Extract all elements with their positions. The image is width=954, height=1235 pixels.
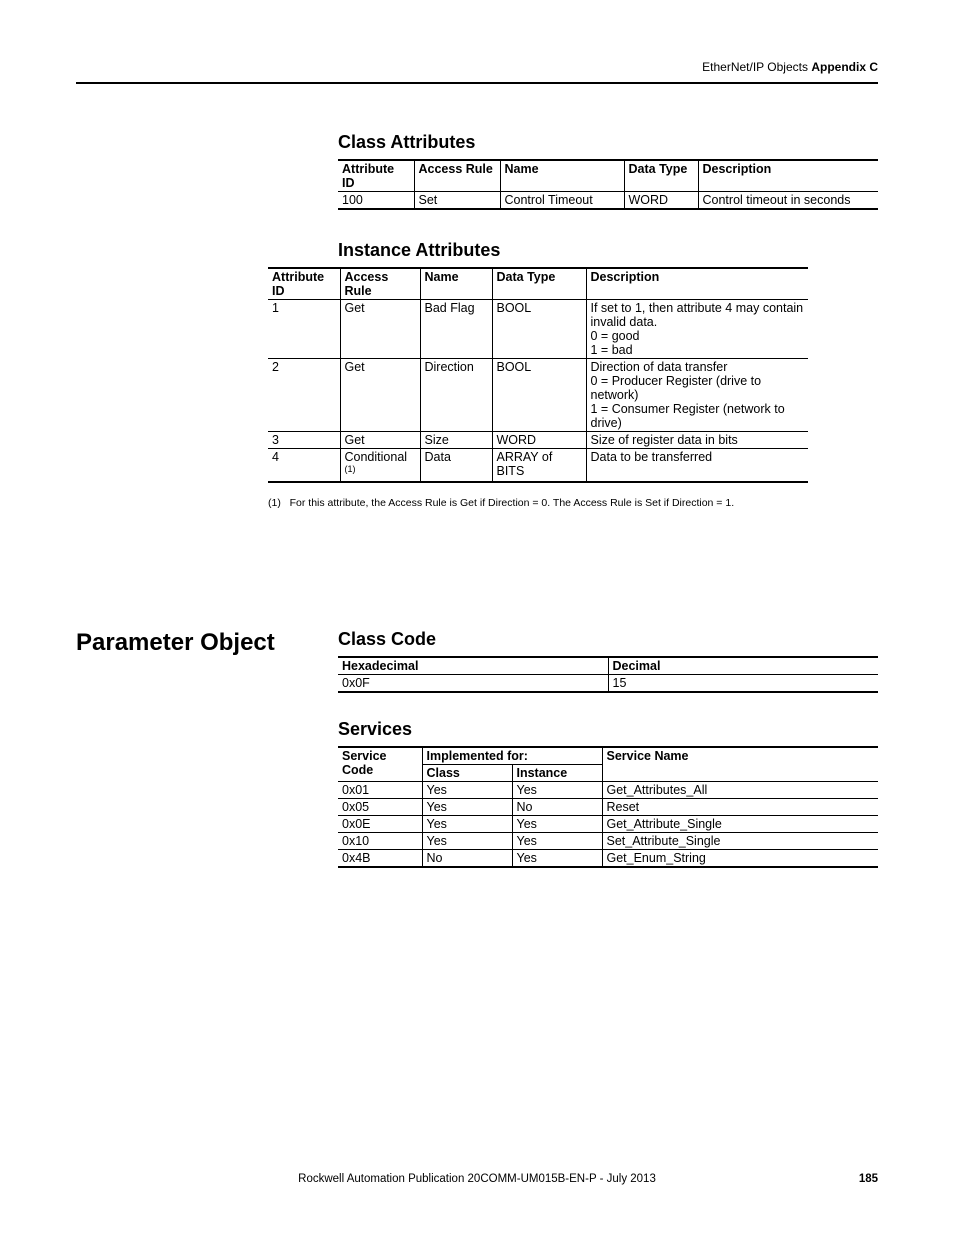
class-code-title: Class Code xyxy=(338,629,878,650)
cell-class: Yes xyxy=(422,833,512,850)
cell-service-code: 0x4B xyxy=(338,850,422,868)
cell-access-rule: Set xyxy=(414,192,500,210)
col-access-rule: Access Rule xyxy=(414,160,500,192)
col-implemented: Implemented for: xyxy=(422,747,602,765)
cell-attr-id: 1 xyxy=(268,300,340,359)
cell-service-code: 0x05 xyxy=(338,799,422,816)
cell-class: Yes xyxy=(422,782,512,799)
cell-data-type: ARRAY of BITS xyxy=(492,449,586,483)
page-footer: Rockwell Automation Publication 20COMM-U… xyxy=(0,1173,954,1185)
cell-name: Control Timeout xyxy=(500,192,624,210)
col-data-type: Data Type xyxy=(492,268,586,300)
cell-class: Yes xyxy=(422,799,512,816)
table-row: 1GetBad FlagBOOLIf set to 1, then attrib… xyxy=(268,300,808,359)
cell-description: If set to 1, then attribute 4 may contai… xyxy=(586,300,808,359)
cell-access-rule: Get xyxy=(340,300,420,359)
footnote-marker: (1) xyxy=(268,497,281,509)
cell-access-rule: Get xyxy=(340,432,420,449)
cell-description: Data to be transferred xyxy=(586,449,808,483)
cell-service-code: 0x10 xyxy=(338,833,422,850)
cell-dec: 15 xyxy=(608,675,878,693)
header-appendix: Appendix C xyxy=(811,60,878,74)
cell-hex: 0x0F xyxy=(338,675,608,693)
cell-service-name: Reset xyxy=(602,799,878,816)
table-row: 4Conditional (1)DataARRAY of BITSData to… xyxy=(268,449,808,483)
cell-attr-id: 100 xyxy=(338,192,414,210)
services-title: Services xyxy=(338,719,878,740)
cell-class: Yes xyxy=(422,816,512,833)
cell-name: Bad Flag xyxy=(420,300,492,359)
class-code-table: Hexadecimal Decimal 0x0F15 xyxy=(338,656,878,693)
footer-page-number: 185 xyxy=(859,1173,878,1185)
cell-service-name: Get_Enum_String xyxy=(602,850,878,868)
cell-data-type: BOOL xyxy=(492,300,586,359)
cell-attr-id: 3 xyxy=(268,432,340,449)
cell-access-rule: Get xyxy=(340,359,420,432)
cell-description: Control timeout in seconds xyxy=(698,192,878,210)
col-hex: Hexadecimal xyxy=(338,657,608,675)
col-description: Description xyxy=(698,160,878,192)
cell-class: No xyxy=(422,850,512,868)
class-attributes-title: Class Attributes xyxy=(338,132,878,153)
services-table: Service Code Implemented for: Service Na… xyxy=(338,746,878,868)
table-row: 100SetControl TimeoutWORDControl timeout… xyxy=(338,192,878,210)
header-section: EtherNet/IP Objects xyxy=(702,60,808,74)
cell-service-code: 0x01 xyxy=(338,782,422,799)
cell-attr-id: 4 xyxy=(268,449,340,483)
cell-instance: Yes xyxy=(512,833,602,850)
table-row: 0x01YesYesGet_Attributes_All xyxy=(338,782,878,799)
cell-instance: Yes xyxy=(512,850,602,868)
cell-name: Size xyxy=(420,432,492,449)
col-dec: Decimal xyxy=(608,657,878,675)
table-row: 0x0F15 xyxy=(338,675,878,693)
col-service-name: Service Name xyxy=(602,747,878,782)
cell-data-type: WORD xyxy=(492,432,586,449)
class-attributes-table: Attribute ID Access Rule Name Data Type … xyxy=(338,159,878,210)
cell-instance: Yes xyxy=(512,782,602,799)
cell-service-name: Get_Attribute_Single xyxy=(602,816,878,833)
instance-attributes-title: Instance Attributes xyxy=(338,240,878,261)
cell-attr-id: 2 xyxy=(268,359,340,432)
col-service-code: Service Code xyxy=(338,747,422,782)
table-row: 0x4BNoYesGet_Enum_String xyxy=(338,850,878,868)
cell-access-rule: Conditional (1) xyxy=(340,449,420,483)
col-instance: Instance xyxy=(512,765,602,782)
footer-publication: Rockwell Automation Publication 20COMM-U… xyxy=(0,1173,954,1185)
cell-data-type: WORD xyxy=(624,192,698,210)
cell-service-code: 0x0E xyxy=(338,816,422,833)
table-row: 0x10YesYesSet_Attribute_Single xyxy=(338,833,878,850)
table-row: 0x05YesNoReset xyxy=(338,799,878,816)
cell-instance: Yes xyxy=(512,816,602,833)
cell-instance: No xyxy=(512,799,602,816)
cell-name: Data xyxy=(420,449,492,483)
table-row: 0x0EYesYesGet_Attribute_Single xyxy=(338,816,878,833)
col-name: Name xyxy=(420,268,492,300)
col-name: Name xyxy=(500,160,624,192)
col-data-type: Data Type xyxy=(624,160,698,192)
cell-name: Direction xyxy=(420,359,492,432)
table-row: 3GetSizeWORDSize of register data in bit… xyxy=(268,432,808,449)
footnote-text: For this attribute, the Access Rule is G… xyxy=(290,497,735,509)
cell-data-type: BOOL xyxy=(492,359,586,432)
col-access-rule: Access Rule xyxy=(340,268,420,300)
col-attr-id: Attribute ID xyxy=(268,268,340,300)
running-header: EtherNet/IP Objects Appendix C xyxy=(76,60,878,84)
col-description: Description xyxy=(586,268,808,300)
instance-attributes-table: Attribute ID Access Rule Name Data Type … xyxy=(268,267,808,483)
col-class: Class xyxy=(422,765,512,782)
cell-description: Size of register data in bits xyxy=(586,432,808,449)
cell-service-name: Get_Attributes_All xyxy=(602,782,878,799)
col-attr-id: Attribute ID xyxy=(338,160,414,192)
instance-footnote: (1) For this attribute, the Access Rule … xyxy=(268,497,878,509)
cell-description: Direction of data transfer0 = Producer R… xyxy=(586,359,808,432)
cell-service-name: Set_Attribute_Single xyxy=(602,833,878,850)
table-row: 2GetDirectionBOOLDirection of data trans… xyxy=(268,359,808,432)
parameter-object-title: Parameter Object xyxy=(76,629,338,657)
